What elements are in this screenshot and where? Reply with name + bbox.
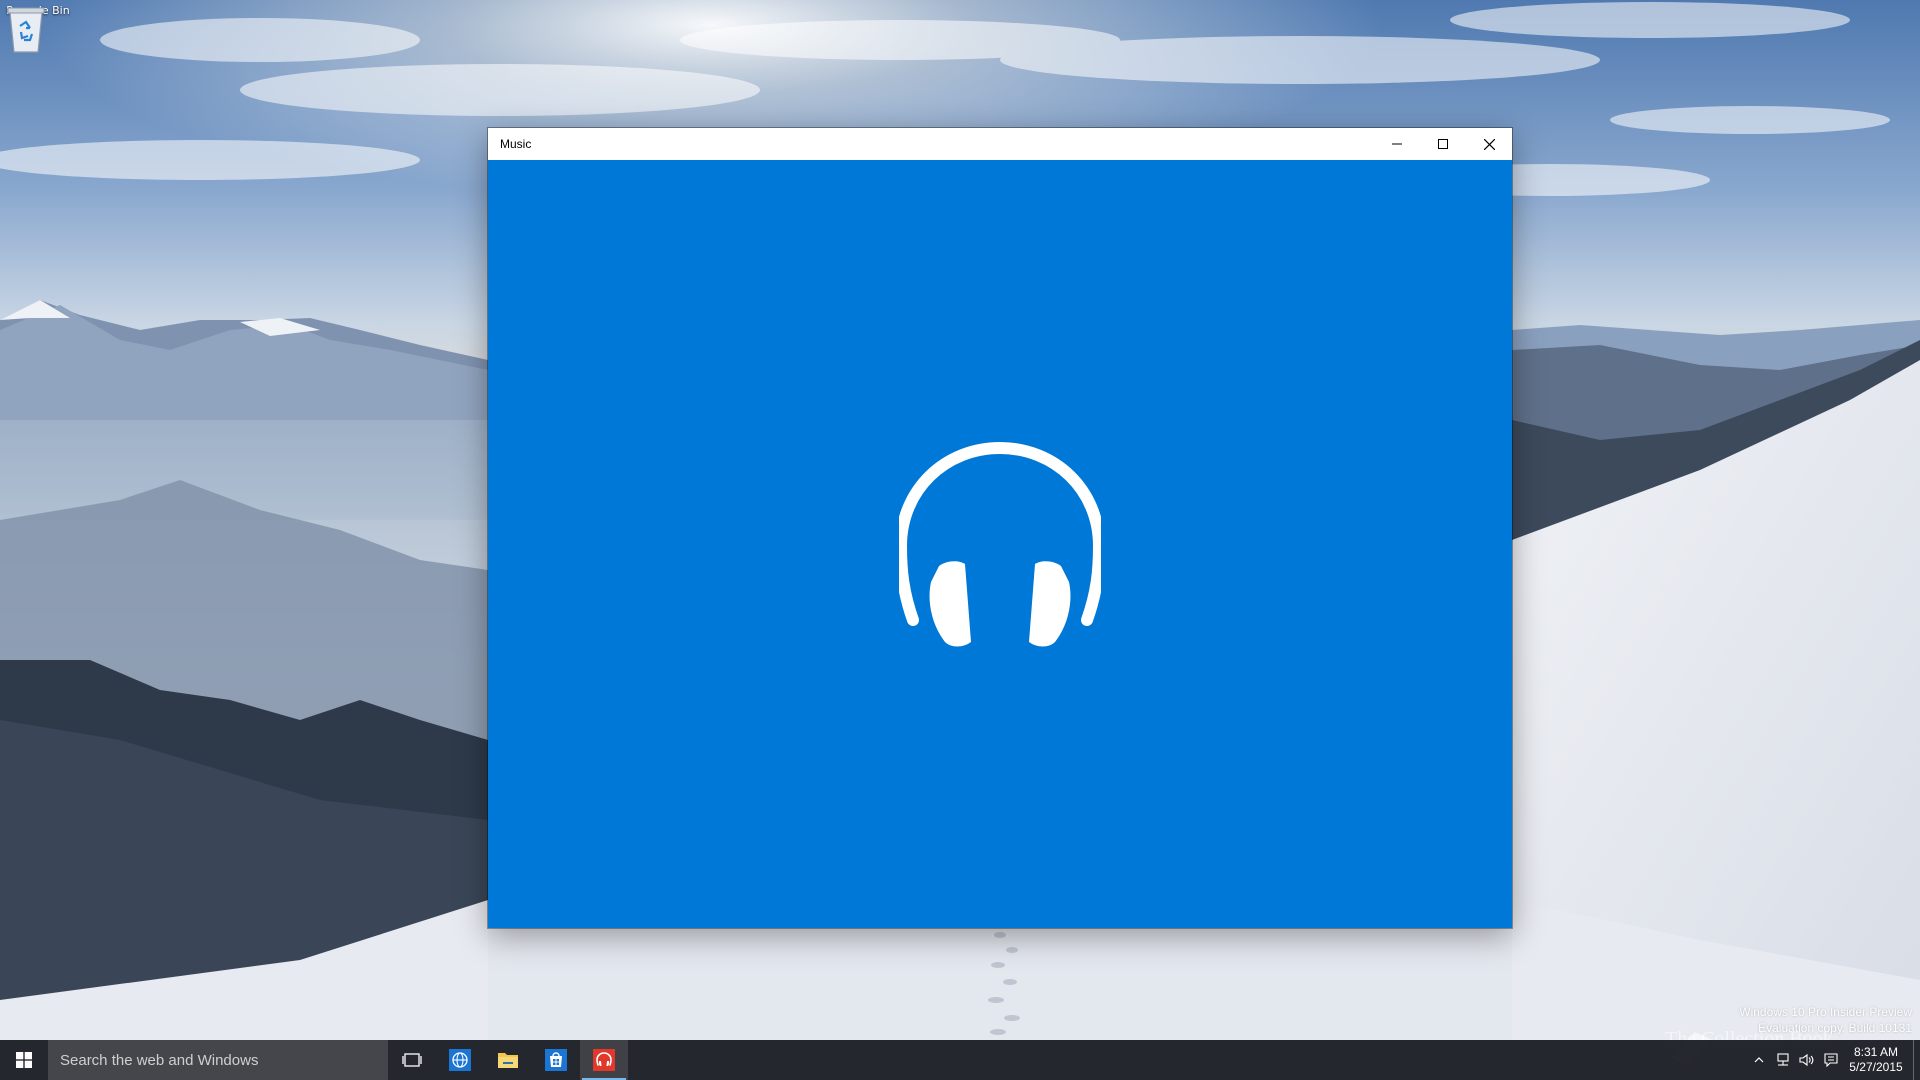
taskbar-browser-button[interactable] <box>436 1040 484 1080</box>
taskbar-store-button[interactable] <box>532 1040 580 1080</box>
desktop-icon-recycle-bin[interactable]: Recycle Bin <box>4 4 72 53</box>
window-title: Music <box>500 137 532 151</box>
search-placeholder: Search the web and Windows <box>60 1051 259 1069</box>
task-view-icon <box>402 1053 422 1067</box>
headphones-icon <box>899 442 1101 647</box>
network-button[interactable] <box>1771 1040 1795 1080</box>
volume-icon <box>1799 1053 1814 1067</box>
globe-icon <box>449 1049 471 1071</box>
music-app-window[interactable]: Music <box>488 128 1512 928</box>
start-button[interactable] <box>0 1040 48 1080</box>
taskbar-file-explorer-button[interactable] <box>484 1040 532 1080</box>
headphones-icon <box>593 1049 615 1071</box>
window-titlebar[interactable]: Music <box>488 128 1512 161</box>
search-box[interactable]: Search the web and Windows <box>48 1040 388 1080</box>
task-view-button[interactable] <box>388 1040 436 1080</box>
action-center-icon <box>1824 1053 1838 1067</box>
network-icon <box>1777 1053 1789 1066</box>
minimize-button[interactable] <box>1374 128 1420 160</box>
system-tray: 8:31 AM 5/27/2015 <box>1747 1040 1920 1080</box>
action-center-button[interactable] <box>1819 1040 1843 1080</box>
taskbar: Search the web and Windows 8:31 AM 5/27/… <box>0 1040 1920 1080</box>
maximize-icon <box>1438 139 1448 149</box>
show-desktop-button[interactable] <box>1913 1040 1920 1080</box>
windows-logo-icon <box>16 1052 32 1068</box>
show-hidden-icons-button[interactable] <box>1747 1040 1771 1080</box>
clock-time: 8:31 AM <box>1853 1045 1899 1059</box>
clock-date: 5/27/2015 <box>1849 1060 1903 1074</box>
close-icon <box>1483 138 1495 150</box>
minimize-icon <box>1392 143 1402 145</box>
volume-button[interactable] <box>1795 1040 1819 1080</box>
recycle-bin-icon <box>7 7 45 53</box>
watermark-line-1: Windows 10 Pro Insider Preview <box>1739 1005 1912 1019</box>
store-icon <box>545 1049 567 1071</box>
maximize-button[interactable] <box>1420 128 1466 160</box>
folder-icon <box>498 1053 518 1068</box>
splash-screen <box>488 160 1512 928</box>
taskbar-clock[interactable]: 8:31 AM 5/27/2015 <box>1843 1045 1909 1075</box>
taskbar-music-button[interactable] <box>580 1040 628 1080</box>
close-button[interactable] <box>1466 128 1512 160</box>
chevron-up-icon <box>1754 1057 1764 1063</box>
